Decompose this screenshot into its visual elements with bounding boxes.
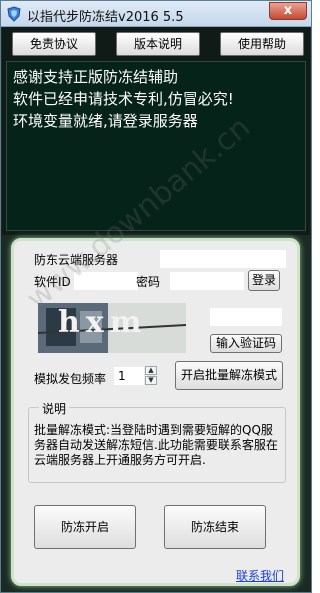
close-icon: x <box>283 3 293 18</box>
enter-captcha-button[interactable]: 输入验证码 <box>210 334 282 353</box>
captcha-image[interactable]: hxm <box>38 303 186 353</box>
captcha-input[interactable] <box>210 308 282 326</box>
disclaimer-button[interactable]: 免责协议 <box>12 32 96 56</box>
send-rate-spinner[interactable]: ▲ ▼ <box>141 366 159 387</box>
spinner-up-icon[interactable]: ▲ <box>145 366 157 375</box>
app-shield-icon <box>7 6 21 22</box>
captcha-text: hxm <box>58 305 148 340</box>
stop-protection-button[interactable]: 防冻结束 <box>164 505 266 549</box>
version-notes-button[interactable]: 版本说明 <box>116 32 200 56</box>
title-bar[interactable]: 以指代步防冻结v2016 5.5 x <box>1 1 311 27</box>
server-title: 防东云端服务器 <box>34 253 119 267</box>
password-label: 密码 <box>136 275 161 289</box>
software-id-label: 软件ID <box>34 275 71 289</box>
password-input[interactable] <box>170 272 244 290</box>
description-text: 批量解冻模式:当登陆时遇到需要短解的QQ服务器自动发送解冻短信.此功能需要联系客… <box>34 423 278 467</box>
server-status-field <box>160 250 286 268</box>
description-title: 说明 <box>39 400 70 417</box>
send-rate-label: 模拟发包频率 <box>34 372 107 386</box>
send-rate-input[interactable]: 1 <box>114 367 144 385</box>
message-line: 软件已经申请技术专利,仿冒必究! <box>13 90 234 108</box>
message-log: 感谢支持正版防冻结辅助 软件已经申请技术专利,仿冒必究! 环境变量就绪,请登录服… <box>6 61 306 231</box>
message-line: 环境变量就绪,请登录服务器 <box>13 112 198 130</box>
software-id-input[interactable] <box>74 272 138 290</box>
contact-us-link[interactable]: 联系我们 <box>236 567 284 584</box>
batch-unfreeze-button[interactable]: 开启批量解冻模式 <box>175 361 283 390</box>
spinner-down-icon[interactable]: ▼ <box>145 376 157 385</box>
window-title: 以指代步防冻结v2016 5.5 <box>27 10 184 25</box>
header-area: 免责协议 版本说明 使用帮助 感谢支持正版防冻结辅助 软件已经申请技术专利,仿冒… <box>2 27 310 235</box>
login-button[interactable]: 登录 <box>248 270 280 291</box>
start-protection-button[interactable]: 防冻开启 <box>34 505 136 549</box>
control-panel: 防东云端服务器 软件ID 密码 登录 hxm 输入验证码 模拟发包频率 1 ▲ … <box>11 238 300 586</box>
help-button[interactable]: 使用帮助 <box>220 32 304 56</box>
close-button[interactable]: x <box>269 2 307 20</box>
message-line: 感谢支持正版防冻结辅助 <box>13 68 179 86</box>
